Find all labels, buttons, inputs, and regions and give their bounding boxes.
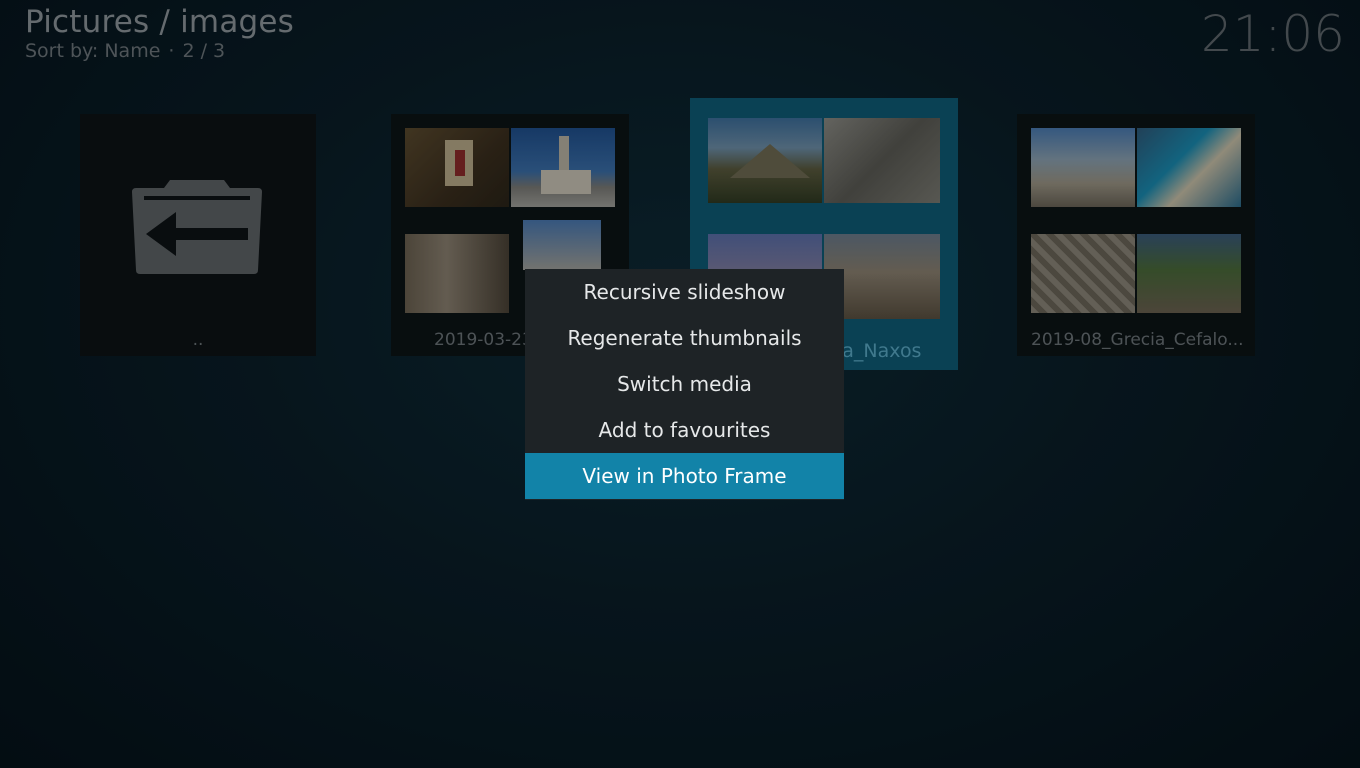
menu-item-switch-media[interactable]: Switch media: [525, 361, 844, 407]
menu-item-add-to-favourites[interactable]: Add to favourites: [525, 407, 844, 453]
menu-item-recursive-slideshow[interactable]: Recursive slideshow: [525, 269, 844, 315]
context-menu: Recursive slideshow Regenerate thumbnail…: [525, 269, 844, 500]
menu-item-regenerate-thumbnails[interactable]: Regenerate thumbnails: [525, 315, 844, 361]
menu-item-view-in-photo-frame[interactable]: View in Photo Frame: [525, 453, 844, 499]
